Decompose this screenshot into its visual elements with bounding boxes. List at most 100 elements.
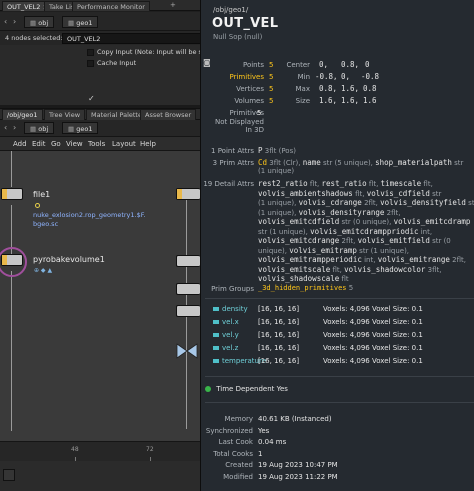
detail-attr-name: volvis_emitfield bbox=[357, 236, 430, 245]
file1-file-path: nuke_exlosion2.rop_geometry1.$F. bbox=[33, 211, 146, 219]
partial-node[interactable] bbox=[176, 283, 200, 295]
menu-layout[interactable]: Layout bbox=[112, 140, 136, 148]
volume-icon bbox=[213, 333, 219, 337]
volume-resolution: [16, 16, 16] bbox=[258, 331, 300, 339]
detail-attr-line: str (1 unique), volvis_emitcdramppriodic… bbox=[258, 227, 473, 237]
max-y: 1.6, bbox=[341, 84, 360, 93]
detail-attr-line: volvis_emitcdrange 2flt, volvis_emitfiel… bbox=[258, 236, 473, 246]
volume-voxels: Voxels: 4,096 Voxel Size: 0.1 bbox=[323, 318, 423, 326]
play-button[interactable] bbox=[3, 469, 15, 481]
menu-go[interactable]: Go bbox=[51, 140, 61, 148]
node-flag[interactable] bbox=[2, 255, 7, 265]
tab-asset-browser[interactable]: Asset Browser bbox=[140, 109, 197, 120]
stat-value: 19 Aug 2023 11:22 PM bbox=[258, 472, 338, 481]
detail-attr-line: (1 unique), volvis_densityrange 2flt, bbox=[258, 208, 473, 218]
menu-view[interactable]: View bbox=[66, 140, 83, 148]
network-pane-tabbar: /obj/geo1 Tree View Material Palette Ass… bbox=[0, 108, 200, 120]
top-pane-tabbar: OUT_VEL2 × Take List Performance Monitor… bbox=[0, 0, 200, 11]
file1-file-path-2: bgeo.sc bbox=[33, 220, 59, 228]
partial-node[interactable] bbox=[176, 255, 200, 267]
detail-attr-type: flt, bbox=[355, 189, 365, 198]
min-y: 0, bbox=[341, 72, 351, 81]
detail-attr-line: (1 unique), volvis_cdrange 2flt, volvis_… bbox=[258, 198, 474, 208]
node-flag[interactable] bbox=[2, 189, 7, 199]
volume-row: temperature [16, 16, 16] Voxels: 4,096 Vox… bbox=[213, 357, 473, 370]
file1-node[interactable] bbox=[1, 188, 23, 200]
detail-attr-line: volvis_ambientshadows flt, volvis_cdfiel… bbox=[258, 189, 473, 199]
wire bbox=[11, 271, 12, 431]
menu-edit[interactable]: Edit bbox=[32, 140, 46, 148]
pyrobakevolume1-node[interactable] bbox=[1, 254, 23, 266]
time-dependent-row: Time Dependent Yes bbox=[205, 385, 288, 393]
detail-attr-type: 2flt, bbox=[452, 256, 467, 264]
add-tab-icon[interactable]: + bbox=[170, 1, 176, 9]
stat-value: Yes bbox=[258, 426, 270, 435]
vertices-value: 5 bbox=[269, 85, 274, 93]
time-dependent-icon bbox=[205, 386, 211, 392]
forward-arrow-icon[interactable]: › bbox=[13, 17, 16, 26]
tab-material-palette[interactable]: Material Palette bbox=[86, 109, 147, 120]
breadcrumb-obj[interactable]: ▦ obj bbox=[24, 122, 55, 134]
volume-resolution: [16, 16, 16] bbox=[258, 344, 300, 352]
detail-attr-type: unique), bbox=[258, 246, 287, 255]
volume-voxels: Voxels: 4,096 Voxel Size: 0.1 bbox=[323, 344, 423, 352]
stat-value: 1 bbox=[258, 449, 263, 458]
menu-tools[interactable]: Tools bbox=[88, 140, 105, 148]
parameter-area: ✓ Copy Input (Note: Input will be still … bbox=[0, 45, 220, 105]
cache-input-checkbox[interactable] bbox=[87, 60, 94, 67]
in-3d-label: In 3D bbox=[245, 126, 264, 134]
detail-attr-type: 2flt, bbox=[341, 237, 356, 245]
nodes-selected-label: 4 nodes selected: bbox=[5, 34, 63, 42]
max-z: 0.8 bbox=[363, 84, 377, 93]
forward-arrow-icon[interactable]: › bbox=[13, 123, 16, 132]
tab-tree-view[interactable]: Tree View bbox=[44, 109, 86, 120]
back-arrow-icon[interactable]: ‹ bbox=[4, 123, 7, 132]
detail-attr-line: volvis_shadowscale flt bbox=[258, 274, 473, 284]
volume-row: density [16, 16, 16] Voxels: 4,096 Voxel S… bbox=[213, 305, 473, 318]
info-node-title: OUT_VEL bbox=[212, 16, 279, 31]
detail-attr-name: volvis_cdfield bbox=[366, 188, 430, 198]
volume-name: vel.y bbox=[222, 331, 239, 339]
volume-voxels: Voxels: 4,096 Voxel Size: 0.1 bbox=[323, 357, 423, 365]
volume-resolution: [16, 16, 16] bbox=[258, 318, 300, 326]
center-z: 0 bbox=[365, 60, 370, 69]
detail-attrs-list: rest2_ratio flt, rest_ratio flt, timesca… bbox=[258, 179, 474, 284]
tab-performance-monitor[interactable]: Performance Monitor bbox=[72, 1, 150, 11]
detail-attr-type: str bbox=[432, 189, 442, 198]
volumes-list: density [16, 16, 16] Voxels: 4,096 Voxel S… bbox=[213, 305, 473, 370]
breadcrumb-obj[interactable]: ▦ obj bbox=[24, 16, 55, 28]
timeline-ruler[interactable]: 48 72 bbox=[0, 441, 200, 461]
tab-obj-geo1[interactable]: /obj/geo1 bbox=[2, 109, 43, 120]
file1-node-name: file1 bbox=[33, 190, 51, 199]
menu-help[interactable]: Help bbox=[140, 140, 156, 148]
node-flag[interactable] bbox=[177, 189, 182, 199]
stat-value: 19 Aug 2023 10:47 PM bbox=[258, 461, 338, 469]
point-attrs-label: 1 Point Attrs bbox=[211, 147, 254, 155]
detail-attr-type: 2flt, bbox=[386, 208, 401, 217]
menu-add[interactable]: Add bbox=[13, 140, 27, 148]
info-node-path: /obj/geo1/ bbox=[213, 6, 249, 14]
detail-attr-type: flt, bbox=[423, 180, 433, 188]
breadcrumb-geo1[interactable]: ▦ geo1 bbox=[62, 16, 99, 28]
nodes-selected-field[interactable]: OUT_VEL2 bbox=[62, 33, 202, 44]
copy-input-checkbox[interactable] bbox=[87, 49, 94, 56]
detail-attr-name: rest2_ratio bbox=[258, 179, 308, 188]
partial-node[interactable] bbox=[176, 188, 200, 200]
point-attrs-row: P 3flt (Pos) bbox=[258, 146, 296, 155]
info-node-type: Null Sop (null) bbox=[213, 33, 263, 41]
geo-icon: ▦ bbox=[68, 19, 77, 27]
detail-attr-name: rest_ratio bbox=[321, 179, 367, 188]
back-arrow-icon[interactable]: ‹ bbox=[4, 17, 7, 26]
network-editor[interactable]: file1 nuke_exlosion2.rop_geometry1.$F. b… bbox=[0, 151, 200, 441]
playbar bbox=[0, 461, 200, 491]
partial-node[interactable] bbox=[176, 305, 200, 317]
prim-groups-row: _3d_hidden_primitives 5 bbox=[258, 284, 354, 292]
checkmark-icon: ✓ bbox=[88, 94, 95, 103]
detail-attr-type: 2flt, bbox=[364, 199, 378, 207]
bowtie-node[interactable] bbox=[176, 343, 198, 359]
stat-value: 0.04 ms bbox=[258, 438, 287, 446]
breadcrumb-geo1[interactable]: ▦ geo1 bbox=[62, 122, 99, 134]
pin-icon[interactable]: ◙ bbox=[203, 58, 211, 67]
time-dependent-icon bbox=[35, 203, 40, 208]
volume-row: vel.x [16, 16, 16] Voxels: 4,096 Voxel Siz… bbox=[213, 318, 473, 331]
